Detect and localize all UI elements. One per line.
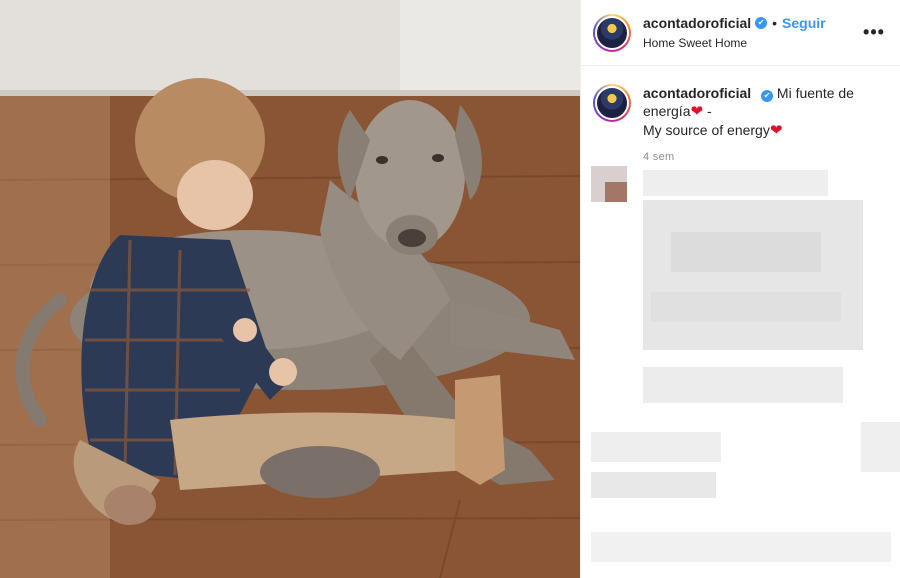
- post-photo[interactable]: [0, 0, 580, 578]
- post-caption: acontadoroficial ✔ Mi fuente de energía❤…: [581, 66, 900, 166]
- blurred-block: [671, 232, 821, 272]
- caption-avatar[interactable]: [593, 84, 631, 122]
- author-avatar[interactable]: [593, 13, 631, 52]
- header-row: acontadoroficial ✔ • Seguir: [643, 14, 862, 32]
- heart-icon: ❤: [690, 103, 704, 120]
- caption-line-2-wrap: My source of energy❤: [643, 121, 886, 140]
- post-header: acontadoroficial ✔ • Seguir Home Sweet H…: [581, 0, 900, 66]
- caption-separator: -: [703, 103, 712, 119]
- author-username[interactable]: acontadoroficial: [643, 14, 751, 32]
- blurred-block: [591, 472, 716, 498]
- caption-text: acontadoroficial ✔ Mi fuente de energía❤…: [643, 84, 886, 140]
- heart-icon: ❤: [769, 122, 783, 139]
- dot-separator: •: [772, 15, 778, 31]
- blurred-block: [591, 532, 891, 562]
- post-side-panel: acontadoroficial ✔ • Seguir Home Sweet H…: [580, 0, 900, 578]
- caption-username[interactable]: acontadoroficial: [643, 85, 751, 101]
- photo-illustration: [0, 0, 580, 578]
- blurred-block: [643, 200, 863, 350]
- caption-line-2: My source of energy: [643, 122, 770, 138]
- blurred-block: [605, 182, 627, 202]
- post-location[interactable]: Home Sweet Home: [643, 35, 862, 51]
- avatar-image: [595, 86, 629, 120]
- blurred-block: [591, 432, 721, 462]
- header-text: acontadoroficial ✔ • Seguir Home Sweet H…: [643, 14, 862, 51]
- more-options-icon[interactable]: •••: [862, 21, 886, 45]
- avatar-image: [595, 15, 629, 50]
- caption-body: acontadoroficial ✔ Mi fuente de energía❤…: [643, 84, 886, 166]
- verified-badge-icon: ✔: [761, 90, 774, 102]
- verified-badge-icon: ✔: [755, 17, 768, 29]
- follow-button[interactable]: Seguir: [782, 14, 826, 32]
- blurred-block: [643, 367, 843, 403]
- blurred-block: [651, 292, 841, 322]
- instagram-post: acontadoroficial ✔ • Seguir Home Sweet H…: [0, 0, 900, 578]
- redacted-comments: [581, 162, 900, 578]
- blurred-block: [861, 422, 900, 472]
- blurred-block: [643, 170, 828, 196]
